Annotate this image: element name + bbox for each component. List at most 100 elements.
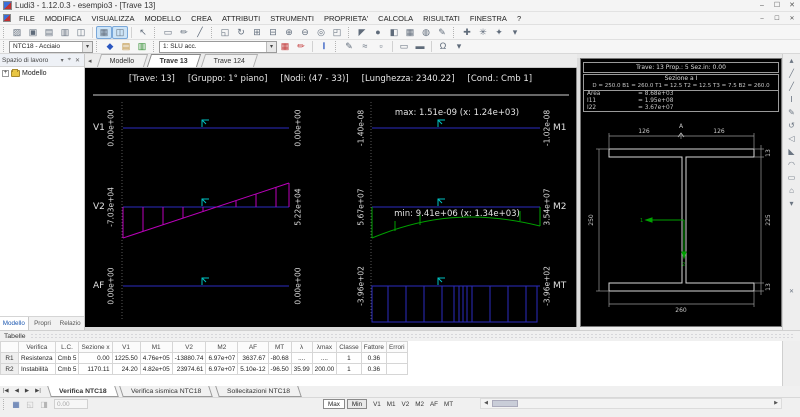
min-button[interactable]: Min xyxy=(346,399,368,409)
toggle-mt[interactable]: MT xyxy=(444,401,453,408)
ws-tab-relazione[interactable]: Relazio xyxy=(56,317,84,330)
tab-trave-13[interactable]: Trave 13 xyxy=(146,54,202,67)
toolbar-handle[interactable] xyxy=(96,41,99,52)
scrollbar-thumb[interactable] xyxy=(492,400,518,407)
toolbar-handle[interactable] xyxy=(211,26,214,38)
toggle-m1[interactable]: M1 xyxy=(387,401,396,408)
more-tools-icon[interactable]: ▾ xyxy=(789,197,793,210)
menu-visualizza[interactable]: VISUALIZZA xyxy=(87,12,140,25)
dropdown-icon[interactable]: ▾ xyxy=(59,57,66,64)
note-icon[interactable]: ▭ xyxy=(160,26,176,39)
ibeam-tool-icon[interactable]: Ⅰ xyxy=(790,93,792,106)
table-row[interactable]: R1 Resistenza Cmb 5 0.00 1225.50 4.76e+0… xyxy=(0,352,408,364)
next-record-icon[interactable]: ▶ xyxy=(22,386,32,396)
save-icon[interactable]: ▣ xyxy=(25,26,41,39)
sheet-icon[interactable]: ▤ xyxy=(118,40,134,53)
view-shaded-icon[interactable]: ▦ xyxy=(96,25,112,39)
section-panel[interactable]: Trave: 13 Prop.: 5 Sez.in: 0.00 Sezione … xyxy=(580,58,782,327)
scroll-right-icon[interactable]: ▶ xyxy=(771,399,781,408)
drag-hatch[interactable] xyxy=(29,332,794,340)
measure-icon[interactable]: ✚ xyxy=(459,26,475,39)
child-restore-icon[interactable]: ☐ xyxy=(771,14,783,24)
toolbar-handle[interactable] xyxy=(453,26,456,38)
toolbar-handle[interactable] xyxy=(348,26,351,38)
toolbar-handle[interactable] xyxy=(153,41,156,52)
child-close-icon[interactable]: ✕ xyxy=(786,14,798,24)
col-lc[interactable]: L.C. xyxy=(54,341,80,353)
print-icon[interactable]: ▥ xyxy=(57,26,73,39)
col-lambda-max[interactable]: λmax xyxy=(311,341,338,353)
toggle-m2[interactable]: M2 xyxy=(415,401,424,408)
globe-icon[interactable]: ◍ xyxy=(418,26,434,39)
toolbar-handle[interactable] xyxy=(3,398,6,410)
first-record-icon[interactable]: |◀ xyxy=(0,386,12,396)
toggle-v1[interactable]: V1 xyxy=(373,401,381,408)
menu-modifica[interactable]: MODIFICA xyxy=(40,12,87,25)
rect-icon[interactable]: ▬ xyxy=(412,40,428,53)
horizontal-scrollbar[interactable]: ◀ ▶ xyxy=(480,398,782,409)
zoom-dynamic-icon[interactable]: ↻ xyxy=(233,26,249,39)
tab-verifica-ntc18[interactable]: Verifica NTC18 xyxy=(47,386,119,397)
child-minimize-icon[interactable]: – xyxy=(756,14,768,24)
help-pointer-icon[interactable]: ↖ xyxy=(135,26,151,39)
col-verifica[interactable]: Verifica xyxy=(18,341,56,353)
draw-pen-icon[interactable]: ✎ xyxy=(434,26,450,39)
tab-trave-124[interactable]: Trave 124 xyxy=(200,54,259,67)
view-extents-icon[interactable]: ◰ xyxy=(329,26,345,39)
pen2-icon[interactable]: ✎ xyxy=(341,40,357,53)
tab-verifica-sismica-ntc18[interactable]: Verifica sismica NTC18 xyxy=(119,386,214,397)
table-check-icon[interactable]: ▦ xyxy=(277,40,293,53)
minimize-icon[interactable]: – xyxy=(756,1,768,11)
last-record-icon[interactable]: ▶| xyxy=(32,386,44,396)
menu-proprieta[interactable]: PROPRIETA' xyxy=(319,12,373,25)
line-icon[interactable]: ╱ xyxy=(192,26,208,39)
axes-xy-icon[interactable]: ◱ xyxy=(23,400,37,409)
pen-red-icon[interactable]: ✏ xyxy=(293,40,309,53)
max-button[interactable]: Max xyxy=(323,399,345,409)
pan-icon[interactable]: ◎ xyxy=(313,26,329,39)
col-v1[interactable]: V1 xyxy=(111,341,141,353)
spline-icon[interactable]: ≈ xyxy=(357,40,373,53)
angle-tool-icon[interactable]: ◣ xyxy=(788,145,794,158)
solid-view-icon[interactable]: ◧ xyxy=(386,26,402,39)
more-icon[interactable]: ▾ xyxy=(507,26,523,39)
row-id[interactable]: R1 xyxy=(0,352,19,364)
col-af[interactable]: AF xyxy=(237,341,269,353)
tab-sollecitazioni-ntc18[interactable]: Sollecitazioni NTC18 xyxy=(214,386,302,397)
ws-tab-modello[interactable]: Modello xyxy=(0,317,29,330)
table-row[interactable]: R2 Instabilità Cmb 5 1170.11 24.20 4.82e… xyxy=(0,363,408,375)
pen-tool-icon[interactable]: ✎ xyxy=(788,106,795,119)
beam-diagram-canvas[interactable]: [Trave: 13] [Gruppo: 1° piano] [Nodi: (4… xyxy=(85,68,577,327)
col-m2[interactable]: M2 xyxy=(205,341,239,353)
col-classe[interactable]: Classe xyxy=(336,341,362,353)
axes-x-icon[interactable]: ◨ xyxy=(37,400,51,409)
scroll-up-icon[interactable]: ▴ xyxy=(789,54,793,67)
pane-close-icon[interactable]: ✕ xyxy=(789,286,794,299)
col-sezione-x[interactable]: Sezione x xyxy=(78,341,113,353)
toggle-af[interactable]: AF xyxy=(430,401,438,408)
toolbar-handle[interactable] xyxy=(154,26,157,38)
tree-item-modello[interactable]: + Modello xyxy=(0,67,84,80)
row-id[interactable]: R2 xyxy=(0,363,19,375)
menu-attributi[interactable]: ATTRIBUTI xyxy=(217,12,265,25)
close-icon[interactable]: ✕ xyxy=(73,57,82,64)
menu-calcola[interactable]: CALCOLA xyxy=(373,12,418,25)
menu-help[interactable]: ? xyxy=(512,12,526,25)
menu-file[interactable]: FILE xyxy=(14,12,40,25)
tab-modello[interactable]: Modello xyxy=(96,54,148,67)
rect-dashed-icon[interactable]: ▭ xyxy=(396,40,412,53)
view-split-icon[interactable]: ◫ xyxy=(112,25,128,39)
menu-modello[interactable]: MODELLO xyxy=(139,12,186,25)
prev-record-icon[interactable]: ◀ xyxy=(12,386,22,396)
book-icon[interactable]: ▥ xyxy=(134,40,150,53)
scroll-left-icon[interactable]: ◀ xyxy=(481,399,491,408)
tab-scroll-left-icon[interactable]: ◂ xyxy=(85,57,95,65)
copy-table-icon[interactable]: ▦ xyxy=(9,400,23,409)
col-mt[interactable]: MT xyxy=(267,341,292,353)
loadcase-combobox[interactable]: 1: SLU acc. ▾ xyxy=(159,40,277,53)
render-sphere-icon[interactable]: ● xyxy=(370,26,386,39)
col-lambda[interactable]: λ xyxy=(290,341,313,353)
menu-strumenti[interactable]: STRUMENTI xyxy=(265,12,319,25)
brush-icon[interactable]: ✏ xyxy=(176,26,192,39)
expand-icon[interactable]: + xyxy=(2,70,9,77)
